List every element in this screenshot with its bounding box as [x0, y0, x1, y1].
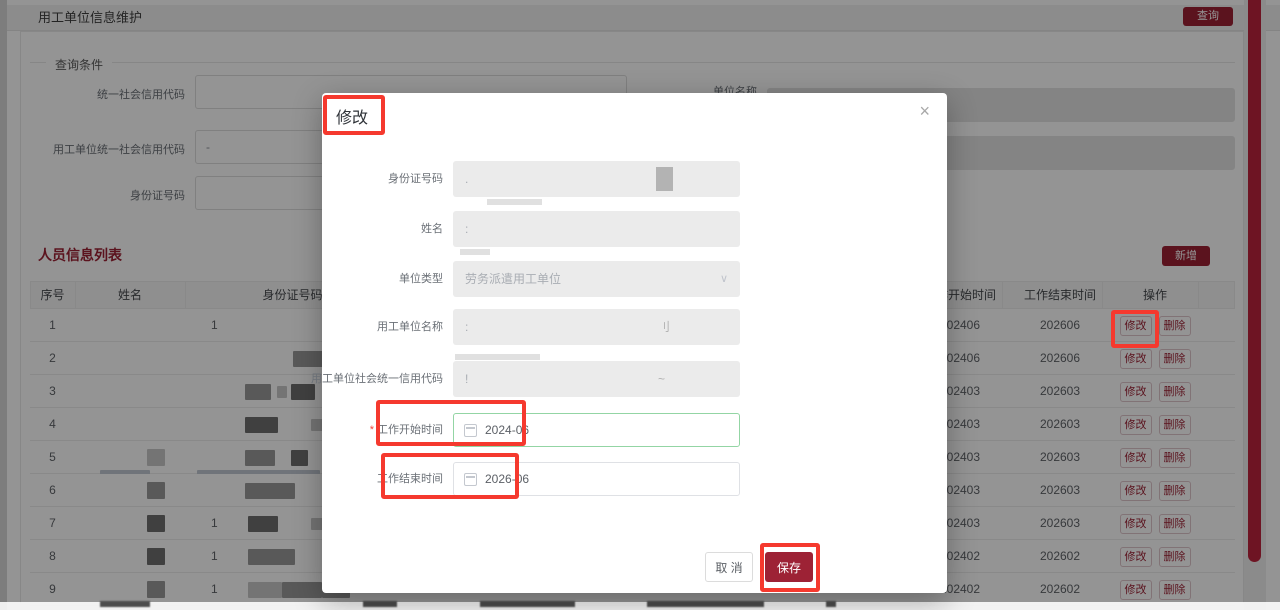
annotation-box-save: [760, 543, 820, 592]
modal-credit-value: !: [465, 372, 468, 386]
modal-unit-name-input: : 刂: [453, 309, 740, 345]
modal-unit-name-value: :: [465, 320, 468, 334]
edit-modal: 修改 × 身份证号码 . 姓名 : 单位类型 劳务派遣用工单位 ∨ 用工单位名称…: [322, 93, 947, 593]
redaction-fragment: [363, 601, 397, 607]
modal-id-label: 身份证号码: [388, 161, 443, 197]
scrollbar-thumb[interactable]: [1248, 0, 1261, 562]
chevron-down-icon: ∨: [720, 261, 728, 297]
redaction-block: [656, 167, 673, 191]
redaction-fragment: [480, 601, 575, 607]
modal-id-value: .: [465, 172, 468, 186]
modal-id-input: .: [453, 161, 740, 197]
modal-name-input: :: [453, 211, 740, 247]
modal-name-label: 姓名: [421, 211, 443, 247]
modal-unit-name-label: 用工单位名称: [377, 309, 443, 345]
redaction-fragment: [826, 601, 836, 607]
app-screen: 用工单位信息维护 查询 查询条件 统一社会信用代码 单位名称 用工单位统一社会信…: [0, 0, 1280, 610]
redaction-block: [487, 199, 542, 205]
bottom-window-strip: [0, 602, 1280, 610]
modal-unit-type-value: 劳务派遣用工单位: [465, 272, 561, 286]
redaction-fragment: [100, 601, 150, 607]
annotation-box-end-date: [381, 453, 519, 499]
modal-unit-type-label: 单位类型: [399, 261, 443, 297]
annotation-box-modal-title: [323, 95, 385, 135]
modal-unit-name-mark: 刂: [658, 309, 670, 345]
redaction-block: [455, 354, 540, 360]
close-icon[interactable]: ×: [919, 102, 930, 120]
modal-credit-mark: ~: [658, 361, 665, 397]
annotation-box-start-date: [376, 400, 526, 446]
modal-unit-type-select: 劳务派遣用工单位 ∨: [453, 261, 740, 297]
modal-credit-input: ! ~: [453, 361, 740, 397]
annotation-box-row1-edit: [1111, 310, 1159, 348]
modal-name-value: :: [465, 222, 468, 236]
cancel-button[interactable]: 取 消: [705, 552, 753, 582]
redaction-block: [460, 249, 490, 255]
redaction-fragment: [647, 601, 764, 607]
required-asterisk: *: [370, 424, 374, 436]
modal-credit-label: 用工单位社会统一信用代码: [311, 361, 443, 397]
